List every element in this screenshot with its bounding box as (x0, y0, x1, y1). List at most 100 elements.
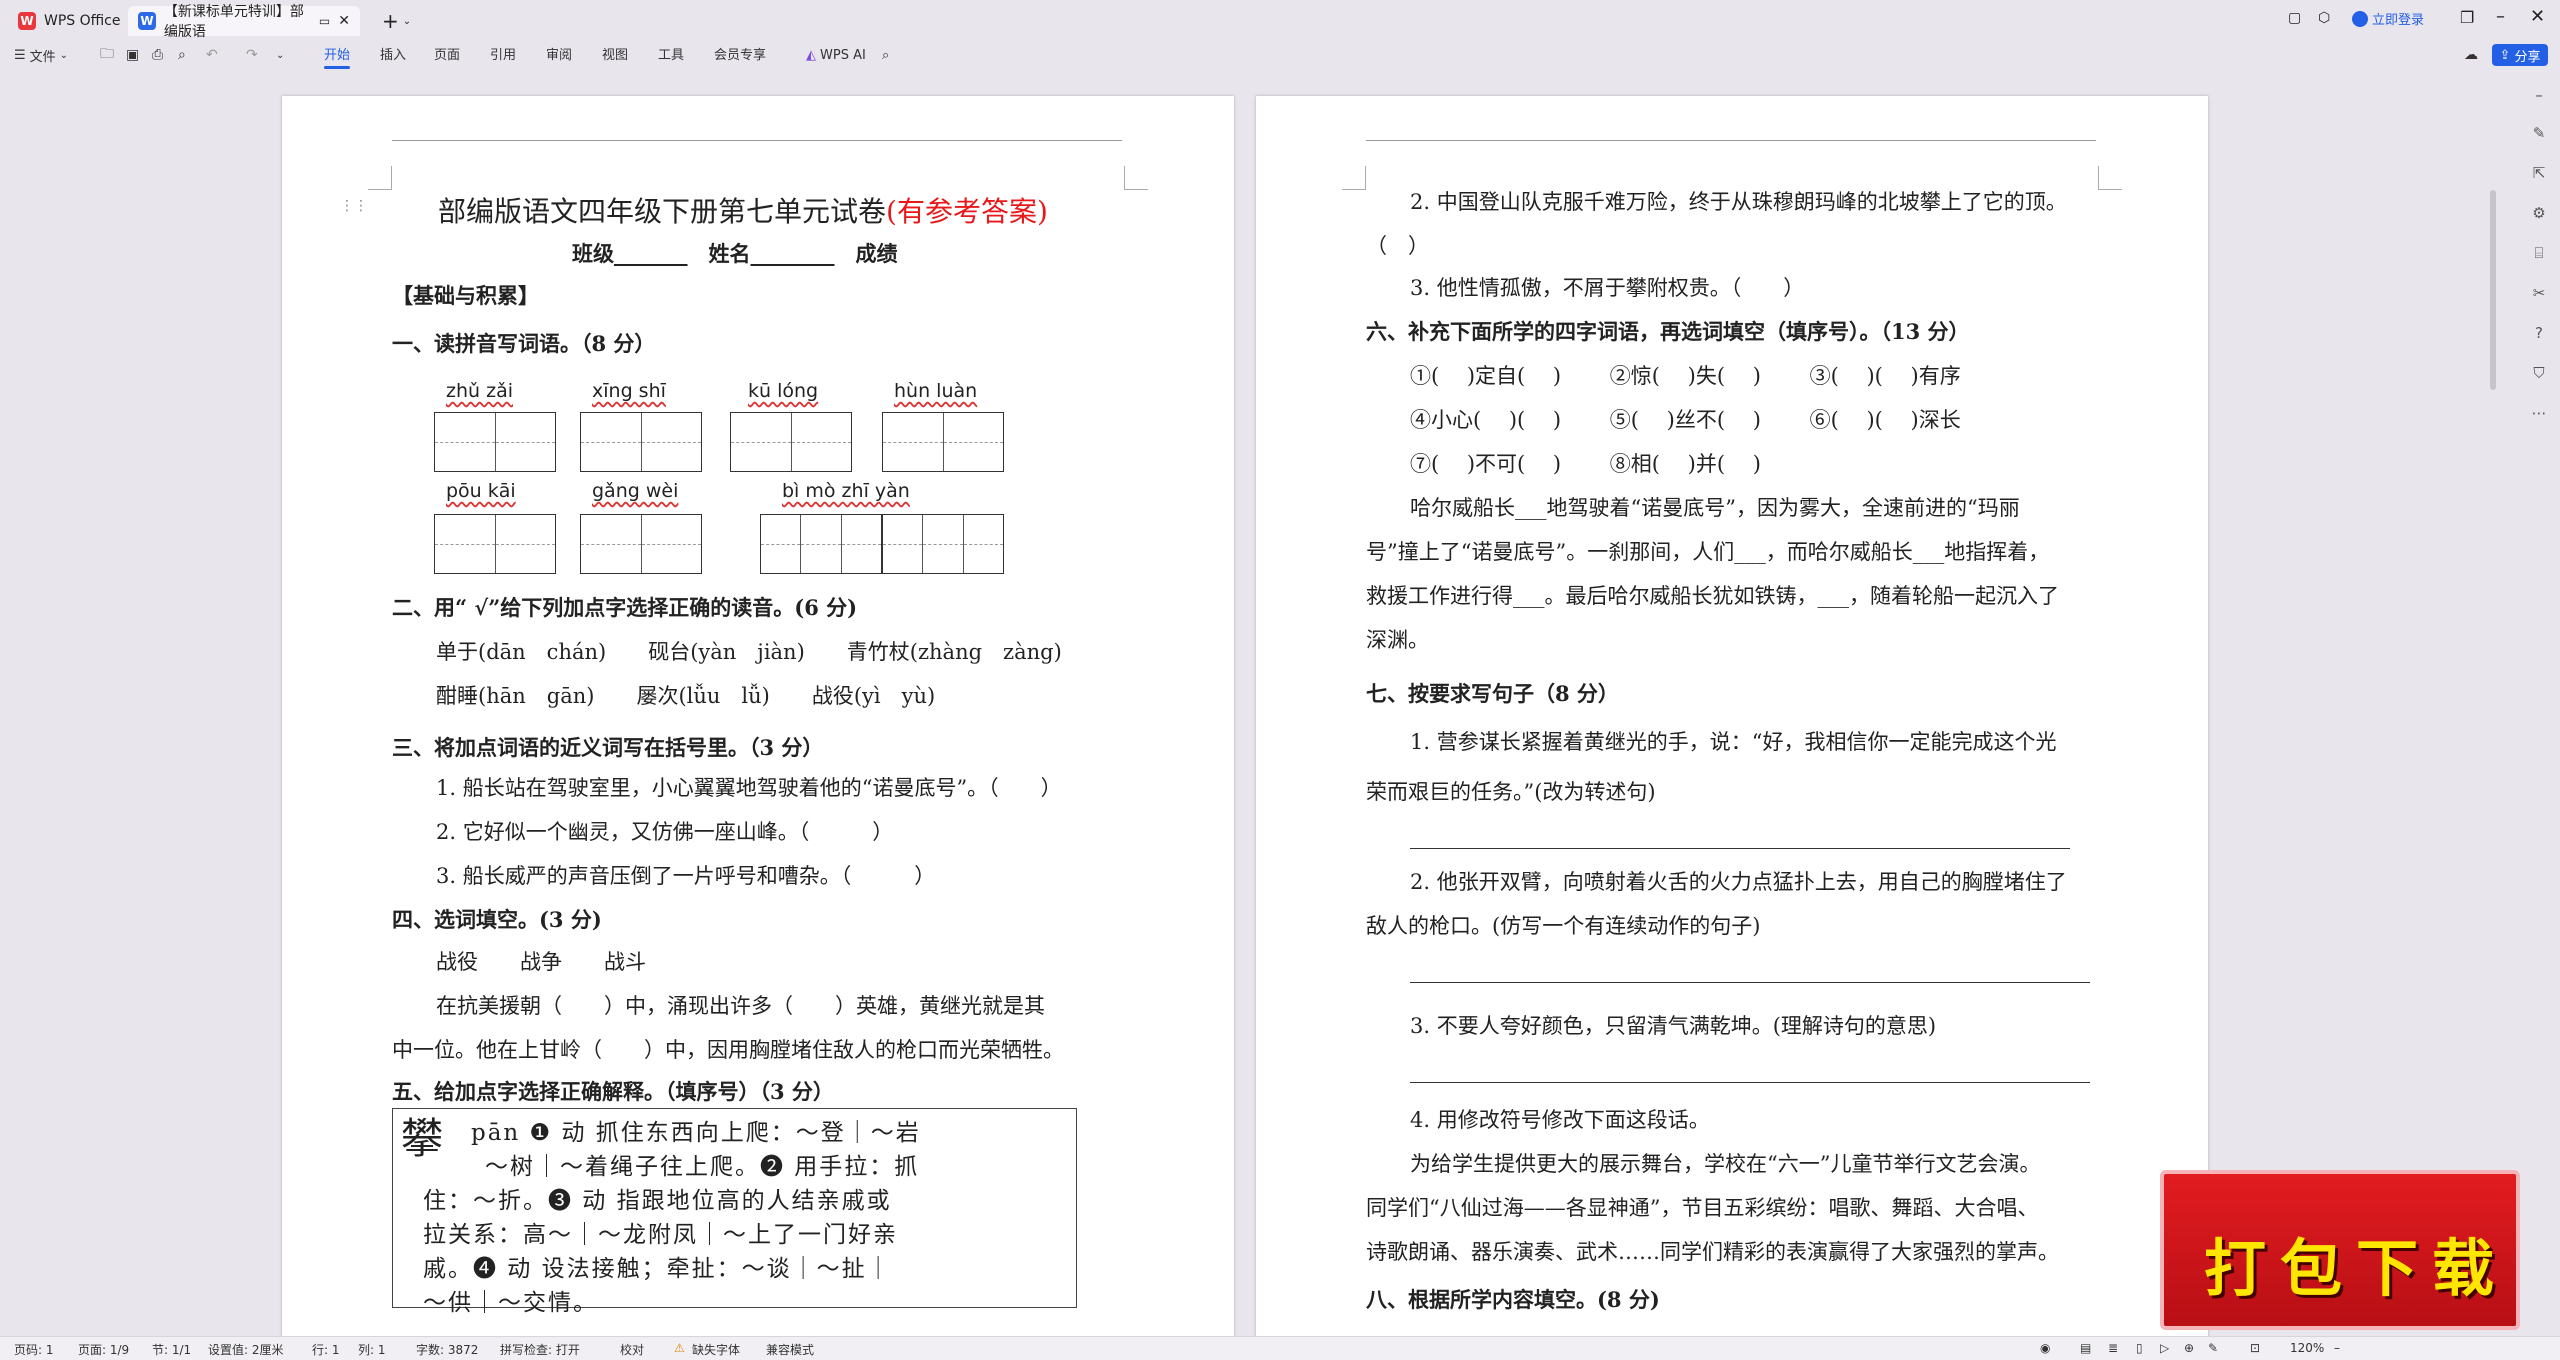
edit-icon[interactable]: ✎ (2530, 124, 2548, 142)
writing-grid[interactable] (760, 514, 1004, 574)
more-icon[interactable]: ⋯ (2530, 404, 2548, 422)
share-button[interactable]: ⇪ 分享 (2492, 44, 2548, 66)
close-window-icon[interactable]: ✕ (2530, 6, 2545, 27)
ai-icon: ◭ (806, 47, 816, 63)
tab-review[interactable]: 审阅 (546, 44, 572, 63)
paragraph-line: 为给学生提供更大的展示舞台，学校在“六一”儿童节举行文艺会演。 (1410, 1152, 2041, 1176)
chevron-down-icon: ⌄ (59, 49, 69, 61)
question-7-heading: 七、按要求写句子（8 分） (1366, 681, 1619, 706)
title-bar: W WPS Office W 【新课标单元特训】部编版语 ▭ ✕ + ⌄ ▢ ⬡ … (0, 0, 2560, 40)
undo-icon[interactable]: ↶ (206, 40, 218, 70)
question-3-heading: 三、将加点词语的近义词写在括号里。（3 分） (392, 735, 824, 760)
read-view-icon[interactable]: ▯ (2136, 1341, 2143, 1355)
redo-icon[interactable]: ↷ (246, 40, 258, 70)
word-choices: 战役 战争 战斗 (436, 950, 646, 974)
answer-line[interactable] (1410, 1082, 2090, 1083)
save-icon[interactable]: ▣ (126, 40, 139, 70)
tab-tools[interactable]: 工具 (658, 44, 684, 63)
chevron-down-icon: ⌄ (402, 15, 412, 27)
document-page-2[interactable]: 2. 中国登山队克服千难万险，终于从珠穆朗玛峰的北坡攀上了它的顶。 （ ） 3.… (1256, 96, 2208, 1336)
collapse-icon[interactable]: – (2530, 86, 2548, 104)
help-icon[interactable]: ? (2530, 324, 2548, 342)
tab-wps-home[interactable]: W WPS Office (8, 6, 131, 36)
cloud-icon[interactable]: ☁ (2464, 40, 2478, 70)
tab-document[interactable]: W 【新课标单元特训】部编版语 ▭ ✕ (128, 4, 360, 40)
menu-icon: ☰ (14, 47, 26, 63)
writing-grid[interactable] (580, 412, 702, 472)
writing-grid[interactable] (882, 412, 1004, 472)
pinyin-label: xīng shī (592, 380, 666, 402)
pen-icon[interactable]: ✎ (2208, 1341, 2218, 1355)
idiom-row: ④小心( )( ) ⑤( )丝不( ) ⑥( )( )深长 (1410, 408, 1961, 432)
avatar-icon (2352, 10, 2368, 27)
zoom-level[interactable]: 120% (2290, 1341, 2324, 1355)
restore-window-icon[interactable]: ❐ (2460, 8, 2474, 27)
eye-icon[interactable]: ◉ (2040, 1341, 2050, 1355)
print-icon[interactable]: ⎙ (152, 40, 163, 70)
shirt-icon[interactable]: ⛉ (2530, 364, 2548, 382)
answer-line[interactable] (1410, 982, 2090, 983)
tab-view[interactable]: 视图 (602, 44, 628, 63)
outline-view-icon[interactable]: ≣ (2108, 1341, 2118, 1355)
minimize-icon[interactable]: – (2496, 6, 2505, 27)
writing-grid[interactable] (434, 412, 556, 472)
tab-reference[interactable]: 引用 (490, 44, 516, 63)
answer-line[interactable] (1410, 848, 2070, 849)
wps-ai-button[interactable]: ◭ WPS AI (806, 40, 866, 70)
share-icon: ⇪ (2499, 47, 2511, 63)
download-banner[interactable]: 打包下载 (2160, 1170, 2520, 1330)
word-count[interactable]: 字数: 3872 (416, 1341, 478, 1358)
word-doc-icon: W (138, 12, 156, 30)
paragraph-line: 深渊。 (1366, 628, 1429, 652)
sentence-item: 2. 他张开双臂，向喷射着火舌的火力点猛扑上去，用自己的胸膛堵住了 (1410, 870, 2067, 894)
tab-insert[interactable]: 插入 (380, 44, 406, 63)
text-line: 3. 他性情孤傲，不屑于攀附权贵。（ ） (1410, 276, 1805, 300)
header-line (392, 140, 1122, 141)
settings-icon[interactable]: ⚙ (2530, 204, 2548, 222)
writing-grid[interactable] (730, 412, 852, 472)
drag-handle-icon[interactable]: ⋮⋮ (340, 198, 368, 214)
tab-page[interactable]: 页面 (434, 44, 460, 63)
zoom-out-icon[interactable]: – (2334, 1341, 2340, 1355)
writing-grid[interactable] (434, 514, 556, 574)
proofread[interactable]: 校对 (620, 1341, 644, 1358)
fit-page-icon[interactable]: ⊡ (2250, 1341, 2260, 1355)
question-1-heading: 一、读拼音写词语。（8 分） (392, 331, 656, 356)
cube-icon[interactable]: ⬡ (2318, 10, 2330, 26)
status-bar: 页码: 1 页面: 1/9 节: 1/1 设置值: 2厘米 行: 1 列: 1 … (0, 1336, 2560, 1360)
page-count[interactable]: 页面: 1/9 (78, 1341, 129, 1358)
print-preview-icon[interactable]: ⌕ (178, 40, 186, 70)
dictionary-line: ～树｜～着绳子往上爬。❷ 用手拉：抓 (485, 1154, 920, 1180)
window-icon[interactable]: ▢ (2288, 10, 2301, 26)
question-5-heading: 五、给加点字选择正确解释。（填序号）（3 分） (392, 1079, 834, 1104)
document-canvas[interactable]: ⋮⋮ 部编版语文四年级下册第七单元试卷(有参考答案) 班级_______ 姓名_… (0, 70, 2560, 1336)
missing-font[interactable]: 缺失字体 (692, 1341, 740, 1358)
tools-icon[interactable]: ✂ (2530, 284, 2548, 302)
writing-grid[interactable] (580, 514, 702, 574)
page-view-icon[interactable]: ▤ (2080, 1341, 2091, 1355)
vertical-scrollbar[interactable] (2490, 190, 2496, 390)
spell-check[interactable]: 拼写检查: 打开 (500, 1341, 580, 1358)
translate-icon[interactable]: ⌸ (2530, 244, 2548, 262)
tab-home[interactable]: 开始 (324, 44, 351, 69)
chevron-down-icon[interactable]: ⌄ (276, 40, 284, 70)
question-3-item: 3. 船长威严的声音压倒了一片呼号和嘈杂。（ ） (436, 864, 936, 888)
web-view-icon[interactable]: ⊕ (2184, 1341, 2194, 1355)
select-icon[interactable]: ⇱ (2530, 164, 2548, 182)
new-tab-button[interactable]: + ⌄ (372, 6, 421, 36)
close-tab-icon[interactable]: ✕ (338, 13, 350, 29)
open-icon[interactable]: 🗀 (100, 40, 114, 70)
play-icon[interactable]: ▷ (2160, 1341, 2169, 1355)
comment-icon[interactable]: ▭ (319, 14, 330, 28)
login-button[interactable]: 立即登录 (2352, 9, 2424, 28)
file-menu[interactable]: ☰ 文件 ⌄ (14, 40, 68, 70)
question-4-paragraph: 中一位。他在上甘岭（ ）中，因用胸膛堵住敌人的枪口而光荣牺牲。 (392, 1038, 1064, 1062)
search-icon[interactable]: ⌕ (882, 40, 889, 70)
pinyin-label: pōu kāi (446, 480, 516, 502)
document-page-1[interactable]: ⋮⋮ 部编版语文四年级下册第七单元试卷(有参考答案) 班级_______ 姓名_… (282, 96, 1234, 1336)
question-4-paragraph: 在抗美援朝（ ）中，涌现出许多（ ）英雄，黄继光就是其 (436, 994, 1045, 1018)
sentence-item: 3. 不要人夸好颜色，只留清气满乾坤。(理解诗句的意思) (1410, 1014, 1937, 1038)
tab-member[interactable]: 会员专享 (714, 44, 766, 63)
pinyin-label: bì mò zhī yàn (782, 480, 910, 502)
paragraph-line: 号”撞上了“诺曼底号”。一刹那间，人们___，而哈尔威船长___地指挥着， (1366, 540, 2050, 564)
